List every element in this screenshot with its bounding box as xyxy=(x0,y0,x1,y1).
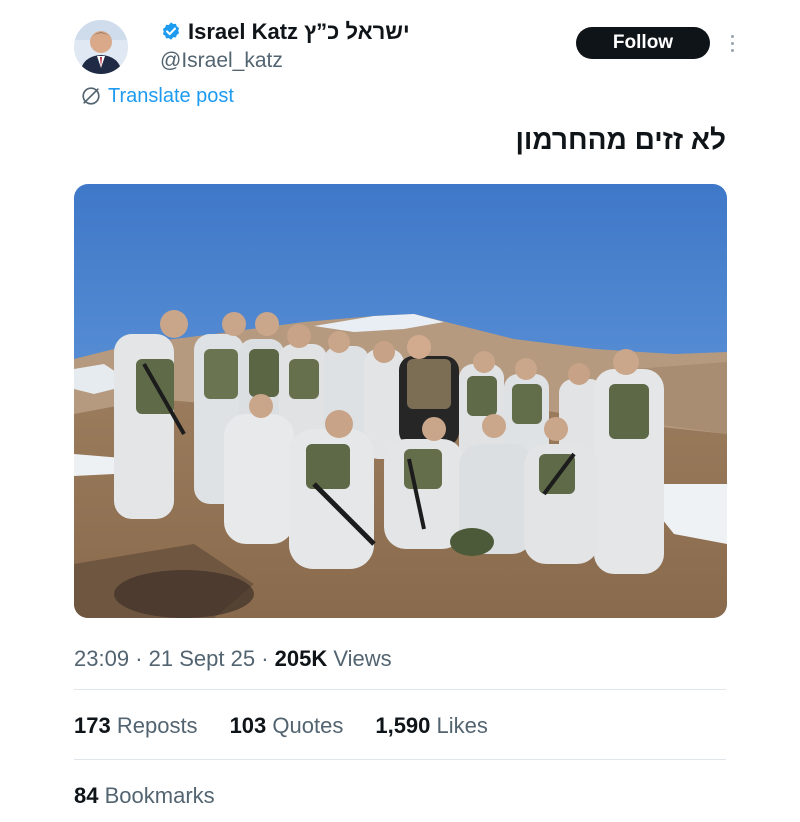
translate-post-link[interactable]: Translate post xyxy=(80,84,234,108)
likes-label: Likes xyxy=(436,713,488,738)
more-options-icon[interactable] xyxy=(722,30,742,56)
likes-count: 1,590 xyxy=(375,713,431,738)
bookmarks-stat[interactable]: 84 Bookmarks xyxy=(74,783,215,809)
views-count: 205K xyxy=(274,646,328,671)
likes-stat[interactable]: 1,590 Likes xyxy=(375,713,488,739)
quotes-stat[interactable]: 103 Quotes xyxy=(230,713,344,739)
author-name-row[interactable]: Israel Katz ישראל כ”ץ xyxy=(160,16,410,48)
post-text: לא זזים מהחרמון xyxy=(515,124,726,155)
author-name: Israel Katz xyxy=(188,19,299,44)
bookmarks-count: 84 xyxy=(74,783,99,808)
reposts-stat[interactable]: 173 Reposts xyxy=(74,713,198,739)
meta-separator-2: · xyxy=(261,646,269,671)
translate-label: Translate post xyxy=(108,84,234,107)
avatar-image xyxy=(74,20,128,74)
reposts-label: Reposts xyxy=(116,713,198,738)
author-avatar[interactable] xyxy=(74,20,128,74)
post-meta: 23:09 · 21 Sept 25 · 205K Views xyxy=(74,646,392,672)
post-date[interactable]: 21 Sept 25 xyxy=(149,646,255,671)
engagement-stats: 173 Reposts 103 Quotes 1,590 Likes xyxy=(74,713,488,739)
views-label: Views xyxy=(333,646,392,671)
divider-bottom xyxy=(74,759,726,760)
bookmarks-label: Bookmarks xyxy=(104,783,215,808)
author-handle[interactable]: @Israel_katz xyxy=(160,49,283,73)
post-image[interactable] xyxy=(74,184,727,618)
post-photo xyxy=(74,184,727,618)
verified-badge-icon xyxy=(162,22,180,40)
post-time[interactable]: 23:09 xyxy=(74,646,129,671)
reposts-count: 173 xyxy=(74,713,111,738)
translate-globe-icon xyxy=(82,87,100,105)
author-name-hebrew: ישראל כ”ץ xyxy=(304,19,410,44)
meta-separator: · xyxy=(135,646,143,671)
quotes-label: Quotes xyxy=(272,713,344,738)
quotes-count: 103 xyxy=(229,713,267,738)
divider-top xyxy=(74,689,726,690)
follow-button[interactable]: Follow xyxy=(576,27,710,59)
